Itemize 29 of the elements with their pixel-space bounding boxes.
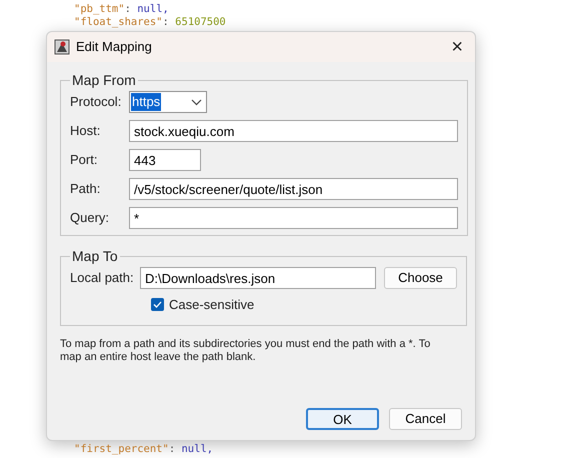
field-label: Port: bbox=[70, 151, 98, 170]
checkmark-icon bbox=[153, 301, 162, 308]
group-legend: Map From bbox=[70, 70, 138, 91]
dropdown-value: https bbox=[131, 93, 162, 111]
text-field[interactable]: stock.xueqiu.com bbox=[129, 120, 458, 142]
field-label: Path: bbox=[70, 180, 102, 198]
close-button[interactable]: × bbox=[447, 37, 467, 57]
choose-button[interactable]: Choose bbox=[384, 267, 457, 289]
local-path-field[interactable]: D:\Downloads\res.json bbox=[140, 267, 376, 289]
window-title: Edit Mapping bbox=[76, 38, 152, 56]
code-line: "float_shares": 65107500 bbox=[74, 16, 226, 29]
field-label: Query: bbox=[70, 209, 110, 228]
text-field[interactable]: 443 bbox=[129, 149, 201, 171]
code-line: "first_percent": null, bbox=[74, 443, 214, 456]
field-label: Protocol: bbox=[70, 93, 122, 112]
checkbox[interactable] bbox=[151, 298, 164, 312]
text-field[interactable]: /v5/stock/screener/quote/list.json bbox=[129, 178, 458, 200]
dialog-button[interactable]: Cancel bbox=[389, 408, 462, 430]
help-note: To map from a path and its subdirectories you must end the path with a *. To map an entire host leave the path blank. bbox=[60, 338, 432, 364]
field-label: Host: bbox=[70, 122, 102, 140]
protocol-dropdown[interactable]: https bbox=[129, 91, 207, 113]
chevron-down-icon bbox=[191, 98, 202, 106]
field-label: Local path: bbox=[70, 269, 135, 288]
code-line: "pb_ttm": null, bbox=[74, 3, 169, 16]
checkbox-label: Case-sensitive bbox=[169, 296, 254, 314]
text-field[interactable]: * bbox=[129, 207, 458, 229]
dialog-button[interactable]: OK bbox=[306, 408, 379, 430]
group-legend: Map To bbox=[70, 246, 120, 267]
app-icon bbox=[54, 39, 70, 55]
